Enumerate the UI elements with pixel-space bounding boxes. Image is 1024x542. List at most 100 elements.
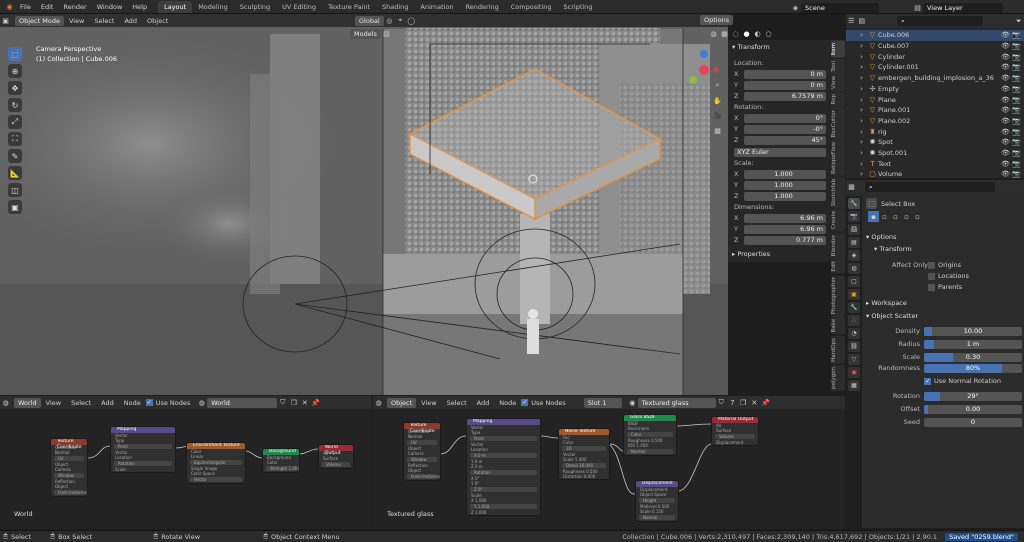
mode-set-icon[interactable]: ▪	[868, 211, 879, 222]
tab-rendering[interactable]: Rendering	[460, 1, 505, 13]
pan-icon[interactable]: ✋	[712, 95, 723, 106]
outliner-item[interactable]: › ▽ Plane.002 👁 📷	[846, 116, 1024, 127]
ortho-toggle-icon[interactable]: ▦	[712, 125, 723, 136]
editor-type-icon[interactable]: ▣	[0, 15, 11, 26]
camera-render-icon[interactable]: 📷	[1011, 41, 1022, 52]
node-texture-coordinate[interactable]: Texture Coordinate Generated Normal UV Objec…	[403, 422, 441, 481]
collection-tab-icon[interactable]: ▢	[848, 276, 860, 287]
scene-icon[interactable]: ◈	[790, 2, 801, 13]
outliner-item[interactable]: › ✺ Spot.001 👁 📷	[846, 148, 1024, 159]
visibility-eye-icon[interactable]: 👁	[1000, 148, 1011, 159]
tool-tab-icon[interactable]: 🔧	[848, 198, 860, 209]
camera-render-icon[interactable]: 📷	[1011, 169, 1022, 180]
tab-uv-editing[interactable]: UV Editing	[276, 1, 322, 13]
visibility-eye-icon[interactable]: 👁	[1000, 30, 1011, 41]
world-tab-icon[interactable]: ◍	[848, 263, 860, 274]
tab-view[interactable]: View	[831, 74, 845, 92]
viewport-menu-object[interactable]: Object	[142, 14, 173, 28]
location-y-field[interactable]: 0 m	[744, 80, 826, 90]
camera-render-icon[interactable]: 📷	[1011, 62, 1022, 73]
menu-edit[interactable]: Edit	[36, 0, 59, 14]
collapse-arrow-icon[interactable]: ›	[856, 105, 867, 116]
tab-bake[interactable]: Bake	[831, 317, 845, 335]
overlay-icon[interactable]: ◍	[708, 28, 719, 39]
rotation-y-field[interactable]: -0°	[744, 124, 826, 134]
visibility-eye-icon[interactable]: 👁	[1000, 94, 1011, 105]
visibility-eye-icon[interactable]: 👁	[1000, 73, 1011, 84]
tab-blender[interactable]: Blender	[831, 232, 845, 259]
tab-sketchfab[interactable]: Sketchfab	[831, 177, 845, 209]
tab-photographer[interactable]: Photographer	[831, 274, 845, 317]
node-noise-texture[interactable]: Noise Texture Fac Color 3D Vector Scale 5.000…	[558, 428, 610, 480]
material-tab-icon[interactable]: ◉	[848, 367, 860, 378]
scale-tool-icon[interactable]: ⤢	[8, 115, 22, 129]
use-normal-rotation-checkbox[interactable]: ✓	[924, 377, 931, 385]
zoom-icon[interactable]: ⌕	[712, 80, 723, 91]
node-material-output[interactable]: Material Output All Surface Volume Displacem…	[711, 416, 759, 446]
camera-render-icon[interactable]: 📷	[1011, 115, 1022, 126]
node-world-output[interactable]: World Output All Surface Volume	[318, 444, 354, 469]
add-object-tool-icon[interactable]: ▣	[8, 200, 22, 214]
visibility-eye-icon[interactable]: 👁	[1000, 115, 1011, 126]
camera-render-icon[interactable]: 📷	[1011, 83, 1022, 94]
outliner-item[interactable]: › ▽ Plane 👁 📷	[846, 94, 1024, 105]
tab-rep[interactable]: Rep	[831, 92, 845, 107]
outliner-item[interactable]: › ♜ rig 👁 📷	[846, 126, 1024, 137]
outliner-item[interactable]: › ▽ Cylinder 👁 📷	[846, 51, 1024, 62]
options-section[interactable]: ▾ Options	[866, 233, 896, 241]
camera-render-icon[interactable]: 📷	[1011, 137, 1022, 148]
collapse-arrow-icon[interactable]: ›	[856, 137, 867, 148]
camera-render-icon[interactable]: 📷	[1011, 158, 1022, 169]
outliner-item[interactable]: › ▽ Cube.007 👁 📷	[846, 41, 1024, 52]
select-box-tool-icon[interactable]: ⬚	[8, 47, 22, 61]
pivot-icon[interactable]: ◎	[384, 15, 395, 26]
menu-render[interactable]: Render	[58, 0, 91, 14]
visibility-eye-icon[interactable]: 👁	[1000, 158, 1011, 169]
mode-subtract-icon[interactable]: ▫	[890, 211, 901, 222]
node-background[interactable]: Background Background Color Strength 1.000	[262, 448, 300, 473]
output-tab-icon[interactable]: 🖨	[848, 224, 860, 235]
node-displacement[interactable]: Displacement Displacement Object Space Heig…	[635, 480, 679, 522]
options-dropdown[interactable]: Options	[700, 15, 734, 25]
object-scatter-section[interactable]: ▾ Object Scatter	[866, 312, 918, 320]
material-node-editor[interactable]: ◍ Object View Select Add Node ✓ Use Node…	[373, 396, 845, 529]
scene-field[interactable]: Scene	[801, 2, 879, 13]
texture-tab-icon[interactable]: ▦	[848, 380, 860, 391]
workspace-section[interactable]: ▸ Workspace	[866, 299, 907, 307]
transform-panel-header[interactable]: ▾ Transform	[732, 43, 770, 51]
tab-item[interactable]: Item	[831, 41, 845, 58]
data-tab-icon[interactable]: ▽	[848, 354, 860, 365]
tab-hardops[interactable]: HardOps	[831, 335, 845, 364]
modifier-tab-icon[interactable]: 🔧	[848, 302, 860, 313]
offset-field[interactable]: 0.00	[924, 404, 1022, 414]
collapse-arrow-icon[interactable]: ›	[856, 115, 867, 126]
seed-field[interactable]: 0	[924, 417, 1022, 427]
visibility-eye-icon[interactable]: 👁	[1000, 105, 1011, 116]
node-mapping[interactable]: Mapping Vector Type Point Vector Location X 0 …	[466, 418, 541, 516]
view-layer-icon[interactable]: ▤	[912, 2, 923, 13]
measure-tool-icon[interactable]: 📐	[8, 166, 22, 180]
tab-animation[interactable]: Animation	[414, 1, 459, 13]
location-x-field[interactable]: 0 m	[744, 69, 826, 79]
radius-field[interactable]: 1 m	[924, 339, 1022, 349]
dimensions-y-field[interactable]: 6.96 m	[744, 224, 826, 234]
camera-render-icon[interactable]: 📷	[1011, 94, 1022, 105]
node-environment-texture[interactable]: Environment Texture Color Linear Equirectan…	[186, 442, 246, 484]
tab-modeling[interactable]: Modeling	[192, 1, 234, 13]
filter-icon[interactable]: ⏷	[1013, 16, 1024, 27]
outliner-item[interactable]: › ✺ Spot 👁 📷	[846, 137, 1024, 148]
camera-view-icon[interactable]: 🎥	[712, 110, 723, 121]
tab-texture-paint[interactable]: Texture Paint	[322, 1, 376, 13]
collapse-arrow-icon[interactable]: ›	[856, 41, 867, 52]
snap-icon[interactable]: ⌖	[395, 15, 406, 26]
constraints-tab-icon[interactable]: ⛓	[848, 341, 860, 352]
viewport-menu-add[interactable]: Add	[119, 14, 142, 28]
tab-boxcutter[interactable]: BoxCutter	[831, 107, 845, 140]
outliner-search-input[interactable]: ⌕	[897, 16, 984, 26]
view-layer-field[interactable]: View Layer	[923, 2, 1003, 13]
properties-panel-header[interactable]: ▸ Properties	[732, 250, 770, 258]
properties-search-input[interactable]: ⌕	[865, 182, 995, 192]
outliner-item[interactable]: › T Text 👁 📷	[846, 158, 1024, 169]
node-glass-bsdf[interactable]: Glass BSDF BSDF Beckmann Color Roughness 0.5…	[623, 414, 677, 456]
proportional-icon[interactable]: ◯	[406, 15, 417, 26]
